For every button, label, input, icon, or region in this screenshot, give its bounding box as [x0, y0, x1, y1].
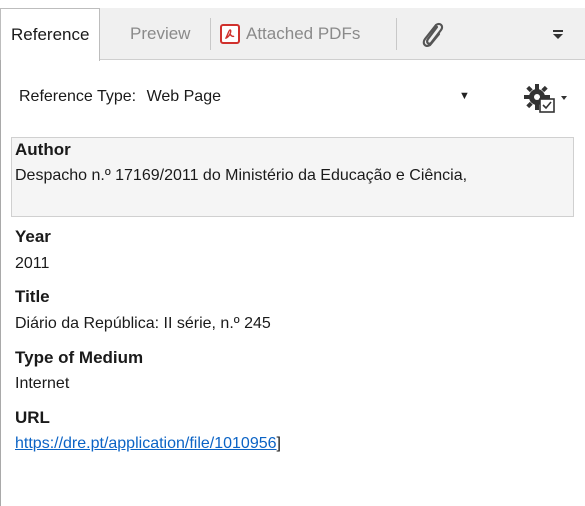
reference-type-label: Reference Type: — [19, 88, 137, 105]
year-value[interactable]: 2011 — [15, 252, 49, 276]
reference-type-dropdown-icon[interactable]: ▼ — [459, 90, 470, 102]
author-field[interactable]: Author Despacho n.º 17169/2011 do Minist… — [11, 137, 574, 217]
reference-type-select[interactable]: Web Page — [147, 88, 221, 105]
tab-divider — [396, 18, 397, 50]
reference-panel: Reference Type: Web Page ▼ Author Despac… — [0, 60, 585, 506]
author-label: Author — [15, 140, 71, 159]
title-value[interactable]: Diário da República: II série, n.º 245 — [15, 312, 271, 336]
reference-type-row: Reference Type: Web Page — [19, 88, 221, 106]
tab-menu-button[interactable] — [549, 24, 569, 44]
url-field: https://dre.pt/application/file/1010956] — [15, 432, 281, 456]
author-value[interactable]: Despacho n.º 17169/2011 do Ministério da… — [15, 164, 560, 188]
medium-value[interactable]: Internet — [15, 372, 69, 396]
tab-reference[interactable]: Reference — [0, 8, 101, 61]
tab-reference-label: Reference — [11, 25, 90, 44]
tab-preview-label: Preview — [130, 24, 191, 43]
tab-divider — [210, 18, 211, 50]
year-label: Year — [15, 227, 51, 246]
dropdown-arrow-icon — [553, 30, 563, 39]
url-label: URL — [15, 408, 50, 427]
tab-attached-pdfs-label: Attached PDFs — [246, 24, 361, 43]
tab-attached-pdfs[interactable]: Attached PDFs — [220, 8, 360, 60]
gear-settings-icon[interactable] — [521, 82, 571, 116]
medium-label: Type of Medium — [15, 348, 144, 367]
url-link[interactable]: https://dre.pt/application/file/1010956 — [15, 435, 277, 452]
paperclip-icon[interactable] — [412, 8, 452, 60]
title-label: Title — [15, 287, 50, 306]
pdf-icon — [220, 24, 240, 44]
tab-preview[interactable]: Preview — [130, 8, 190, 60]
tab-bar: Reference Preview Attached PDFs — [0, 8, 585, 61]
url-suffix: ] — [276, 435, 281, 452]
